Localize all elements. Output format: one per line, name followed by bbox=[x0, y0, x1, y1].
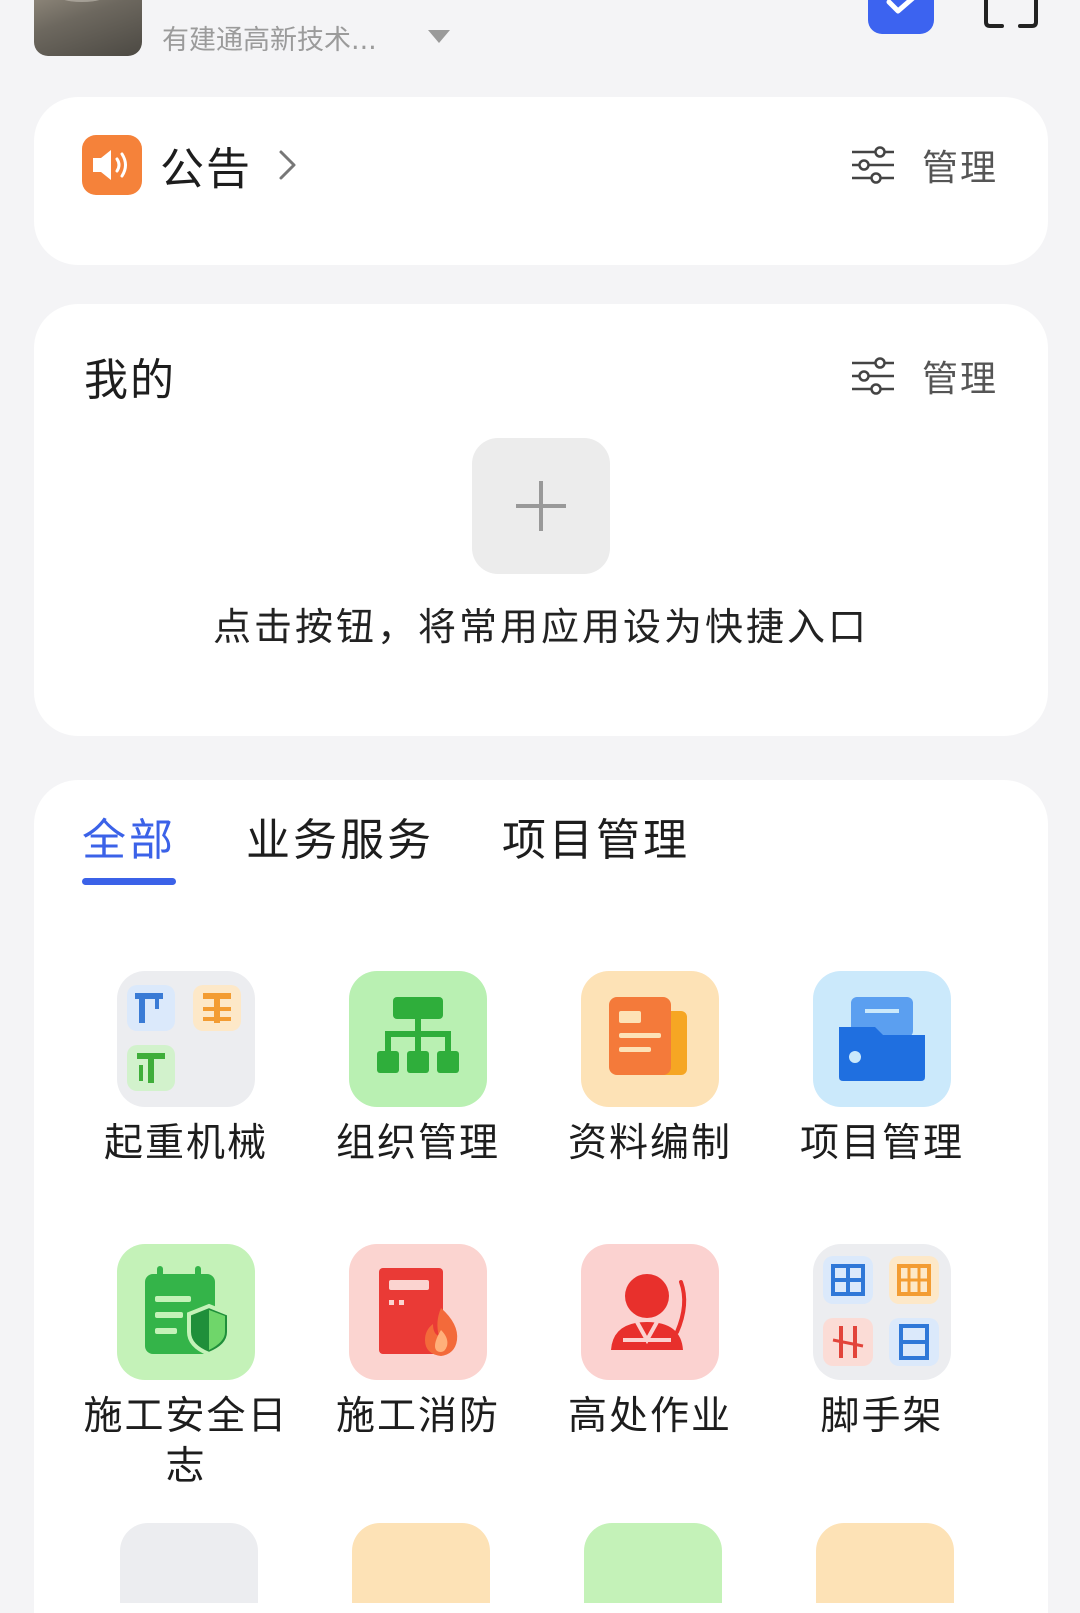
app-construction-fire[interactable]: 施工消防 bbox=[302, 1244, 534, 1442]
mine-card: 我的 管理 点击按钮，将常用应用设为快捷入口 bbox=[34, 304, 1048, 736]
document-icon bbox=[581, 971, 719, 1107]
sliders-icon bbox=[851, 146, 894, 184]
app-label: 高处作业 bbox=[567, 1394, 732, 1439]
chevron-down-icon[interactable] bbox=[428, 30, 450, 43]
org-name[interactable]: 有建通高新技术... bbox=[162, 18, 377, 57]
app-label: 施工消防 bbox=[335, 1394, 500, 1439]
app-tile-partial[interactable] bbox=[352, 1523, 490, 1603]
chevron-right-icon[interactable] bbox=[278, 149, 298, 181]
scan-button[interactable] bbox=[982, 0, 1040, 30]
scaffold-icon bbox=[813, 1244, 951, 1380]
add-shortcut-button[interactable] bbox=[472, 438, 610, 574]
app-document-compilation[interactable]: 资料编制 bbox=[534, 971, 766, 1169]
notice-card: 公告 管理 bbox=[34, 97, 1048, 265]
manage-label: 管理 bbox=[921, 359, 998, 400]
notice-manage-button[interactable]: 管理 bbox=[850, 139, 998, 191]
app-label: 组织管理 bbox=[335, 1121, 500, 1166]
speaker-icon bbox=[82, 135, 142, 195]
app-project-management[interactable]: 项目管理 bbox=[766, 971, 998, 1169]
app-label: 施工安全日志 bbox=[83, 1394, 289, 1489]
manage-label: 管理 bbox=[921, 148, 998, 189]
app-tile-partial[interactable] bbox=[584, 1523, 722, 1603]
tab-project-management[interactable]: 项目管理 bbox=[502, 804, 690, 868]
sliders-icon bbox=[851, 357, 894, 395]
app-label: 脚手架 bbox=[820, 1394, 944, 1439]
app-tile-partial[interactable] bbox=[120, 1523, 258, 1603]
top-bar: 有建通高新技术... bbox=[0, 0, 1080, 80]
crane-icon bbox=[117, 971, 255, 1107]
app-scaffold[interactable]: 脚手架 bbox=[766, 1244, 998, 1442]
tab-all[interactable]: 全部 bbox=[82, 804, 176, 868]
org-chart-icon bbox=[349, 971, 487, 1107]
check-button[interactable] bbox=[868, 0, 934, 34]
app-work-at-height[interactable]: 高处作业 bbox=[534, 1244, 766, 1442]
apps-card: 全部 业务服务 项目管理 起重机械 组织管理 资料编制 项目管理 施工安全日志 … bbox=[34, 780, 1048, 1613]
check-icon bbox=[886, 0, 915, 14]
app-label: 资料编制 bbox=[567, 1121, 732, 1166]
safety-log-icon bbox=[117, 1244, 255, 1380]
app-label: 项目管理 bbox=[799, 1121, 964, 1166]
folder-icon bbox=[813, 971, 951, 1107]
fire-icon bbox=[349, 1244, 487, 1380]
app-tile-partial[interactable] bbox=[816, 1523, 954, 1603]
mine-title: 我的 bbox=[84, 355, 176, 406]
app-label: 起重机械 bbox=[103, 1121, 268, 1166]
app-construction-safety-log[interactable]: 施工安全日志 bbox=[70, 1244, 302, 1492]
app-page: 有建通高新技术... 公告 管理 我的 管理 点击按钮，将常用应用设为快捷入口 … bbox=[0, 0, 1080, 1613]
tab-indicator bbox=[82, 878, 176, 885]
mine-hint: 点击按钮，将常用应用设为快捷入口 bbox=[212, 605, 869, 649]
app-crane-machinery[interactable]: 起重机械 bbox=[70, 971, 302, 1169]
notice-title[interactable]: 公告 bbox=[160, 133, 252, 197]
app-org-management[interactable]: 组织管理 bbox=[302, 971, 534, 1169]
scan-icon bbox=[984, 0, 1038, 28]
worker-icon bbox=[581, 1244, 719, 1380]
plus-icon bbox=[516, 481, 566, 531]
mine-manage-button[interactable]: 管理 bbox=[850, 350, 998, 402]
tab-business-services[interactable]: 业务服务 bbox=[246, 804, 434, 868]
avatar[interactable] bbox=[34, 0, 142, 56]
